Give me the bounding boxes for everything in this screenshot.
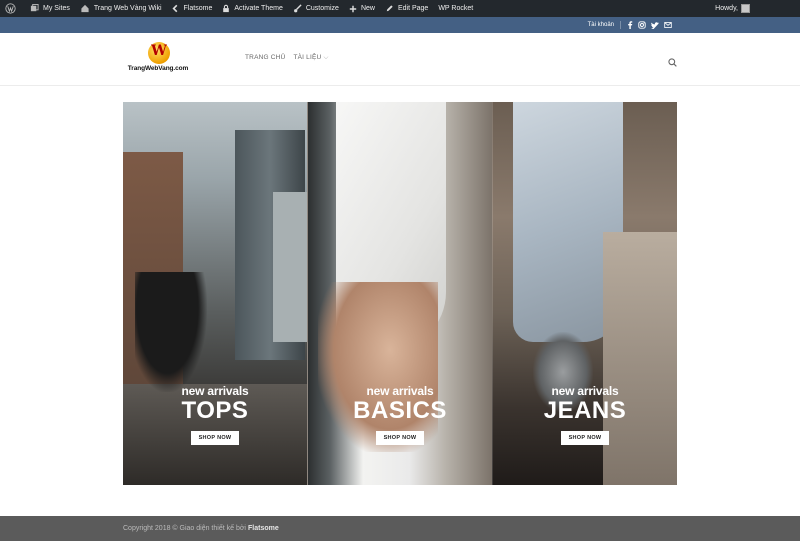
nav-item-tai-lieu[interactable]: TÀI LIỆU ⌵	[293, 54, 328, 62]
banner-caption: new arrivals BASICS SHOP NOW	[308, 384, 492, 445]
new-label: New	[360, 5, 375, 12]
footer-brand-link[interactable]: Flatsome	[248, 525, 279, 532]
account-menu[interactable]: Howdy,	[715, 4, 800, 13]
twitter-icon[interactable]	[651, 21, 659, 29]
banner-jeans[interactable]: new arrivals JEANS SHOP NOW	[492, 102, 677, 485]
howdy-label: Howdy,	[715, 5, 738, 12]
logo-text: TrangWebVang.com	[127, 65, 189, 72]
plus-icon	[349, 5, 357, 12]
caption-subtitle: new arrivals	[551, 384, 619, 398]
banner-caption: new arrivals TOPS SHOP NOW	[123, 384, 307, 445]
my-sites-menu[interactable]: My Sites	[25, 0, 75, 17]
brush-icon	[293, 4, 302, 13]
flatsome-menu[interactable]: Flatsome	[167, 0, 218, 17]
building-mid	[273, 192, 307, 342]
caption-subtitle: new arrivals	[366, 384, 434, 398]
nav-item-tai-lieu-label: TÀI LIỆU	[293, 54, 322, 61]
wall-ledge	[603, 232, 677, 485]
customize-label: Customize	[305, 5, 339, 12]
copyright-text: Copyright 2018 © Giao diện thiết kế bởi	[123, 525, 246, 532]
instagram-icon[interactable]	[638, 21, 646, 29]
customize-menu[interactable]: Customize	[288, 0, 344, 17]
account-link[interactable]: Tài khoản	[588, 22, 614, 28]
wp-rocket-label: WP Rocket	[438, 5, 474, 12]
top-bar: Tài khoản	[0, 17, 800, 33]
shop-now-button[interactable]: SHOP NOW	[190, 431, 240, 445]
facebook-icon[interactable]	[627, 21, 633, 29]
caption-title: JEANS	[543, 397, 627, 424]
social-icons	[627, 21, 672, 29]
home-icon	[81, 4, 89, 13]
banner-caption: new arrivals JEANS SHOP NOW	[493, 384, 677, 445]
main-nav: TRANG CHỦ TÀI LIỆU ⌵	[245, 54, 329, 62]
caption-subtitle: new arrivals	[181, 384, 249, 398]
chevron-down-icon: ⌵	[323, 54, 329, 61]
activate-theme-label: Activate Theme	[234, 5, 283, 12]
lock-icon	[223, 4, 230, 13]
wordpress-menu[interactable]	[0, 0, 25, 17]
shop-now-button[interactable]: SHOP NOW	[375, 431, 425, 445]
new-menu[interactable]: New	[344, 0, 380, 17]
caption-title: TOPS	[181, 397, 249, 424]
banner-grid: new arrivals TOPS SHOP NOW new arrivals …	[123, 102, 677, 485]
wp-admin-bar: My Sites Trang Web Vàng Wiki Flatsome Ac…	[0, 0, 800, 17]
email-icon[interactable]	[664, 22, 672, 28]
logo-letter: W	[151, 43, 167, 59]
search-button[interactable]	[668, 54, 677, 72]
my-sites-icon	[30, 4, 39, 12]
my-sites-label: My Sites	[43, 5, 70, 12]
wp-rocket-menu[interactable]: WP Rocket	[433, 0, 478, 17]
wordpress-icon	[5, 3, 16, 14]
nav-item-trang-chu[interactable]: TRANG CHỦ	[245, 54, 285, 62]
site-header: W TrangWebVang.com TRANG CHỦ TÀI LIỆU ⌵	[0, 33, 800, 86]
flatsome-label: Flatsome	[183, 5, 213, 12]
shop-now-button[interactable]: SHOP NOW	[560, 431, 610, 445]
edit-page-menu[interactable]: Edit Page	[380, 0, 433, 17]
site-footer: Copyright 2018 © Giao diện thiết kế bởi …	[0, 516, 800, 541]
search-icon	[668, 58, 677, 67]
banner-tops[interactable]: new arrivals TOPS SHOP NOW	[123, 102, 307, 485]
site-logo[interactable]: W TrangWebVang.com	[123, 42, 193, 78]
caption-title: BASICS	[353, 397, 447, 424]
flatsome-icon	[172, 4, 177, 13]
activate-theme-menu[interactable]: Activate Theme	[217, 0, 288, 17]
edit-page-label: Edit Page	[397, 5, 429, 12]
site-name-menu[interactable]: Trang Web Vàng Wiki	[75, 0, 167, 17]
avatar	[741, 4, 750, 13]
divider	[620, 21, 621, 29]
person-silhouette	[135, 272, 207, 392]
pencil-icon	[386, 5, 393, 12]
site-name-label: Trang Web Vàng Wiki	[93, 5, 162, 12]
banner-basics[interactable]: new arrivals BASICS SHOP NOW	[307, 102, 492, 485]
